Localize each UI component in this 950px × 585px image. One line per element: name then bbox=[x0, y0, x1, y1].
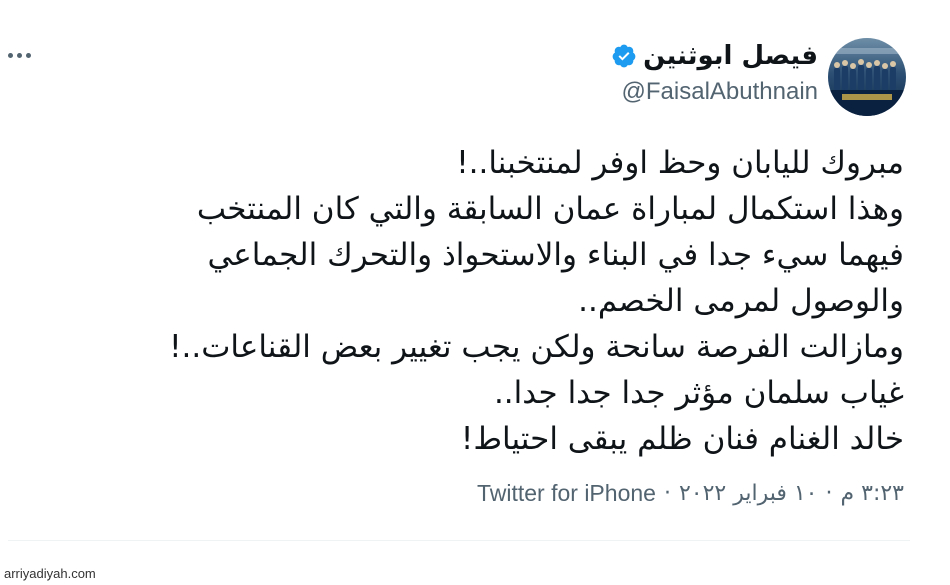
display-name[interactable]: فيصل ابوثنين bbox=[643, 41, 818, 71]
more-options-icon[interactable] bbox=[8, 50, 34, 60]
meta-separator: · bbox=[825, 481, 833, 506]
avatar[interactable] bbox=[828, 38, 906, 116]
tweet-source-link[interactable]: Twitter for iPhone bbox=[477, 480, 656, 507]
tweet-card: فيصل ابوثنين @FaisalAbuthnain مبروك لليا… bbox=[0, 0, 950, 585]
meta-separator: · bbox=[663, 481, 671, 506]
tweet-line: ومازالت الفرصة سانحة ولكن يجب تغيير بعض … bbox=[169, 329, 904, 365]
more-dot bbox=[17, 52, 22, 58]
tweet-metadata: ٣:٢٣ م · ١٠ فبراير ٢٠٢٢ · Twitter for iP… bbox=[477, 480, 904, 507]
tweet-line: غياب سلمان مؤثر جدا جدا جدا.. bbox=[493, 375, 904, 411]
more-dot bbox=[26, 52, 31, 58]
tweet-line: فيهما سيء جدا في البناء والاستحواذ والتح… bbox=[207, 237, 904, 273]
tweet-time[interactable]: ٣:٢٣ م bbox=[841, 481, 905, 506]
more-dot bbox=[8, 52, 13, 58]
tweet-line: وهذا استكمال لمباراة عمان السابقة والتي … bbox=[196, 191, 904, 227]
watermark: arriyadiyah.com bbox=[4, 566, 96, 581]
user-handle[interactable]: @FaisalAbuthnain bbox=[611, 78, 818, 106]
avatar-image bbox=[828, 38, 906, 116]
name-row: فيصل ابوثنين bbox=[611, 38, 818, 74]
tweet-line: خالد الغنام فنان ظلم يبقى احتياط! bbox=[460, 421, 904, 457]
tweet-line: مبروك لليابان وحظ اوفر لمنتخبنا..! bbox=[456, 145, 904, 181]
tweet-line: والوصول لمرمى الخصم.. bbox=[578, 283, 904, 319]
tweet-body: مبروك لليابان وحظ اوفر لمنتخبنا..! وهذا … bbox=[44, 140, 904, 462]
tweet-date[interactable]: ١٠ فبراير ٢٠٢٢ bbox=[679, 481, 818, 506]
divider bbox=[8, 540, 910, 541]
tweet-header: فيصل ابوثنين @FaisalAbuthnain bbox=[611, 38, 818, 106]
verified-badge-icon bbox=[612, 44, 636, 68]
